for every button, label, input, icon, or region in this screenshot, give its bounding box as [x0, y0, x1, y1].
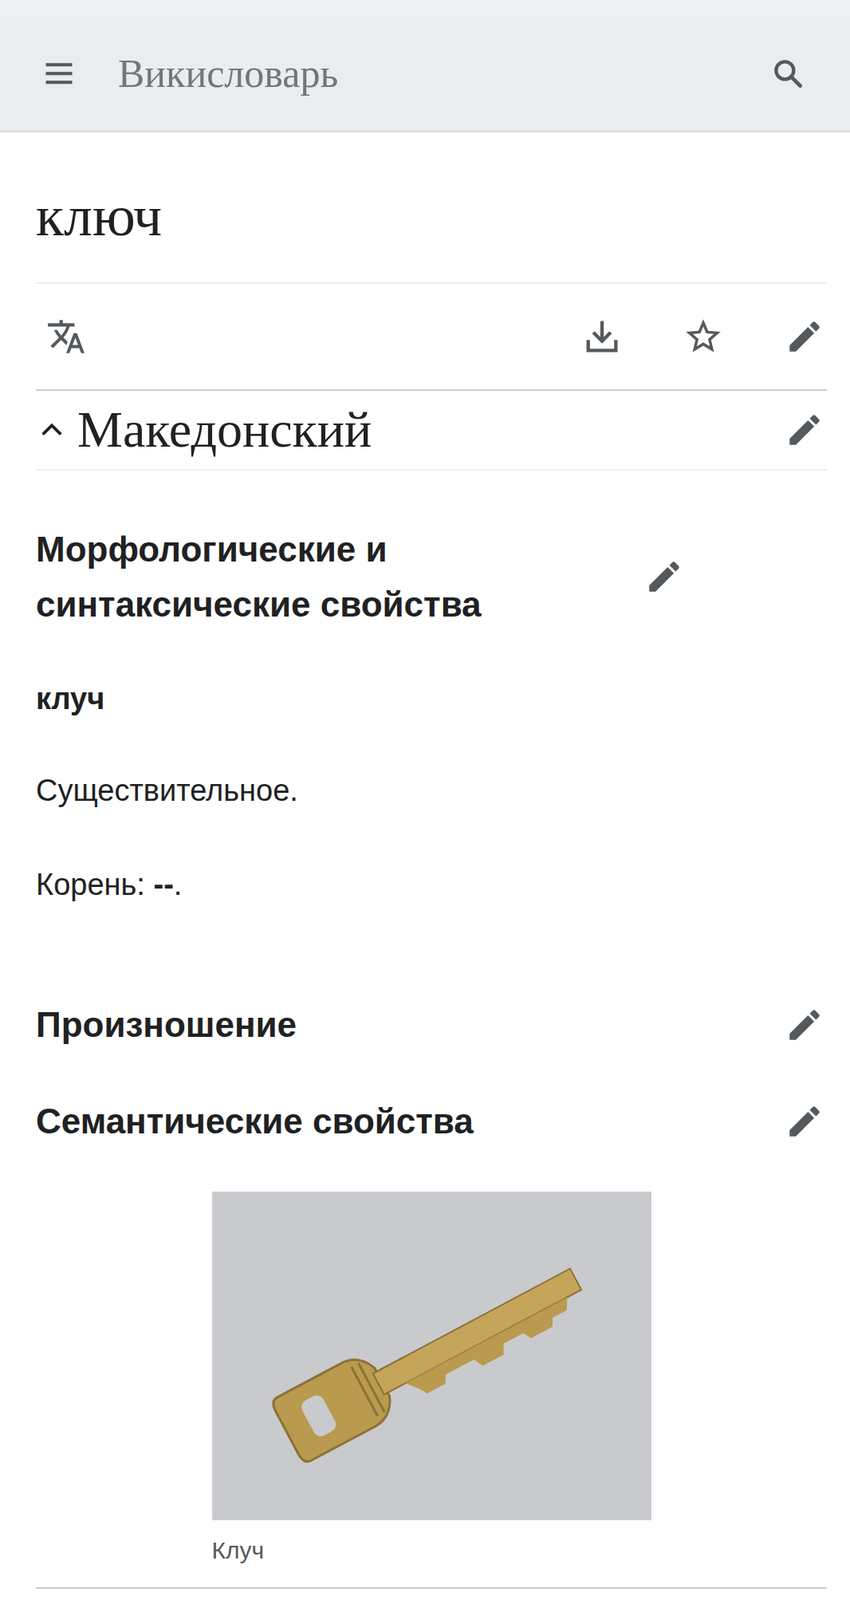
edit-pencil-icon[interactable]: [782, 1002, 827, 1047]
caret-icon[interactable]: [35, 413, 68, 446]
site-title[interactable]: Викисловарь: [118, 49, 766, 98]
language-section-heading[interactable]: Македонский: [35, 390, 827, 471]
part-of-speech: Существительное.: [35, 770, 827, 811]
language-heading[interactable]: Македонский: [77, 399, 783, 461]
edit-pencil-icon[interactable]: [641, 554, 687, 599]
watch-star-icon[interactable]: [680, 314, 726, 359]
caret-icon-svg: [38, 416, 66, 444]
top-bar: Викисловарь: [0, 0, 850, 133]
page-actions: [35, 283, 827, 391]
menu-icon[interactable]: [36, 51, 82, 96]
headword: клуч: [35, 678, 827, 719]
edit-pencil-icon[interactable]: [782, 314, 827, 359]
figure-caption: Клуч: [212, 1535, 652, 1565]
edit-pencil-icon-svg: [644, 556, 685, 597]
edit-pencil-icon[interactable]: [782, 407, 827, 453]
root-end: .: [173, 867, 183, 902]
key-figure: Клуч: [212, 1191, 652, 1565]
edit-pencil-icon[interactable]: [782, 1098, 827, 1144]
menu-icon-svg: [41, 55, 77, 91]
edit-pencil-icon-svg: [784, 1101, 825, 1142]
edit-pencil-icon-svg: [784, 1004, 825, 1045]
language-icon[interactable]: [43, 314, 89, 359]
search-icon-svg: [770, 55, 806, 91]
download-icon[interactable]: [579, 314, 625, 359]
semantics-heading: Семантические свойства: [35, 1098, 783, 1144]
key-photo[interactable]: [212, 1191, 652, 1520]
language-icon-svg: [46, 316, 87, 357]
edit-pencil-icon-svg: [784, 316, 825, 357]
key-photo-svg: [243, 1215, 619, 1496]
root-value: --: [153, 867, 174, 902]
watch-star-icon-svg: [682, 315, 725, 358]
morphology-heading: Морфологические и синтаксические свойств…: [35, 521, 642, 632]
download-icon-svg: [581, 315, 623, 358]
pronunciation-heading: Произношение: [35, 1002, 783, 1047]
root-label: Корень:: [35, 867, 146, 902]
root-line: Корень:--.: [35, 864, 827, 905]
search-icon[interactable]: [765, 51, 811, 96]
bottom-rule: [35, 1586, 827, 1589]
edit-pencil-icon-svg: [784, 409, 825, 450]
page-title: ключ: [35, 181, 827, 284]
